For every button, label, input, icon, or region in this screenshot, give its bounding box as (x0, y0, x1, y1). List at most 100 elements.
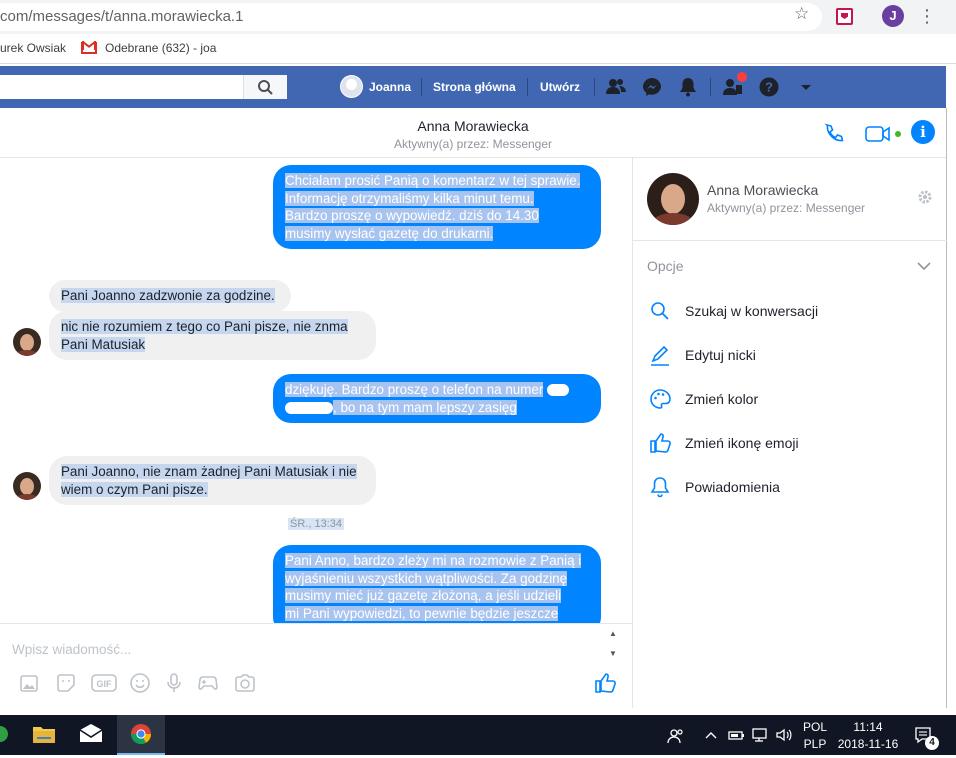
message-bubble-outgoing[interactable]: Chciałam prosić Panią o komentarz w tej … (273, 165, 601, 250)
gear-icon[interactable] (916, 188, 934, 206)
user-avatar[interactable] (340, 75, 363, 98)
profile-avatar[interactable]: J (882, 5, 904, 27)
battery-icon[interactable] (727, 727, 745, 743)
browser-menu-icon[interactable]: ⋮ (918, 4, 936, 28)
messenger-frame: Anna Morawiecka Aktywny(a) przez: Messen… (0, 108, 947, 708)
thumbs-up-send-icon[interactable] (593, 671, 617, 695)
message-line: Pani Anno, bardzo zleży mi na rozmowie z… (285, 553, 582, 568)
language-indicator[interactable]: POL (800, 720, 830, 734)
profile-link[interactable]: Joanna (369, 80, 411, 94)
gif-icon[interactable]: GIF (90, 671, 118, 695)
message-line: musimy mieć już gazetę złożoną, a jeśli … (285, 588, 562, 604)
notifications-label: Powiadomienia (685, 479, 780, 495)
divider (527, 78, 528, 96)
message-composer: Wpisz wiadomość... ▲ ▼ GIF (0, 623, 632, 708)
bell-icon (650, 477, 670, 498)
video-call-icon[interactable] (864, 122, 904, 146)
search-in-conversation-item[interactable]: Szukaj w konwersacji (649, 300, 939, 326)
message-line: wiem o czym Pani pisze. (61, 481, 208, 497)
conversation-status: Aktywny(a) przez: Messenger (393, 137, 553, 151)
message-list[interactable]: Chciałam prosić Panią o komentarz w tej … (0, 158, 632, 623)
edit-nicknames-item[interactable]: Edytuj nicki (649, 344, 939, 370)
message-line: mi Pani wypowiedzi, to pewnie będzie jes… (285, 605, 559, 621)
game-controller-icon[interactable] (196, 671, 220, 695)
message-bubble-incoming[interactable]: Pani Joanno zadzwonie za godzine. (49, 280, 291, 312)
facebook-search-input[interactable] (0, 75, 287, 99)
message-line: Pani Joanno, nie znam żadnej Pani Matusi… (61, 464, 357, 479)
message-line: nic nie rozumiem z tego co Pani pisze, n… (61, 319, 348, 334)
people-icon[interactable] (667, 727, 685, 745)
message-line: Informację otrzymaliśmy kilka minut temu… (285, 190, 534, 206)
keyboard-layout-indicator[interactable]: PLP (800, 737, 830, 751)
conversation-info-icon[interactable]: i (911, 120, 935, 144)
facebook-top-bar: Joanna Strona główna Utwórz ? (0, 66, 946, 108)
clock-date[interactable]: 2018-11-16 (836, 737, 900, 751)
extension-shield-icon[interactable] (836, 8, 853, 25)
message-line: Pani Matusiak (61, 336, 146, 352)
conversation-title[interactable]: Anna Morawiecka (0, 118, 946, 134)
chevron-down-icon[interactable] (916, 258, 932, 274)
windows-taskbar: POL PLP 11:14 2018-11-16 4 (0, 715, 956, 755)
notifications-bell-icon[interactable] (677, 76, 699, 98)
divider (633, 240, 947, 241)
address-bar-url[interactable]: com/messages/t/anna.morawiecka.1 (0, 8, 243, 25)
message-input[interactable]: Wpisz wiadomość... (12, 642, 131, 657)
contact-avatar[interactable] (13, 472, 41, 500)
contact-avatar[interactable] (13, 328, 41, 356)
change-color-label: Zmień kolor (685, 391, 759, 407)
bookmark-owsiak[interactable]: urek Owsiak (0, 41, 66, 55)
volume-icon[interactable] (775, 727, 793, 743)
message-bubble-incoming[interactable]: Pani Joanno, nie znam żadnej Pani Matusi… (49, 456, 376, 506)
contact-name[interactable]: Anna Morawiecka (707, 182, 818, 198)
composer-scrollbar[interactable]: ▲ ▼ (606, 629, 620, 659)
bookmarks-bar: urek Owsiak Odebrane (632) - joa (0, 34, 956, 64)
message-bubble-outgoing[interactable]: Pani Anno, bardzo zleży mi na rozmowie z… (273, 545, 601, 623)
bookmark-star-icon[interactable]: ☆ (794, 4, 809, 24)
search-icon (258, 80, 273, 95)
phone-call-icon[interactable] (822, 122, 846, 146)
svg-text:?: ? (765, 80, 773, 95)
notifications-item[interactable]: Powiadomienia (649, 476, 939, 502)
message-line: , bo na tym mam lepszy zasięg (333, 399, 517, 415)
photo-upload-icon[interactable] (17, 671, 41, 695)
help-question-icon[interactable]: ? (758, 76, 780, 98)
message-line: musimy wysłać gazetę do drukarni. (285, 225, 494, 241)
thumbs-up-icon (650, 433, 671, 453)
divider (421, 78, 422, 96)
contact-profile-photo[interactable] (647, 173, 699, 225)
address-bar[interactable]: com/messages/t/anna.morawiecka.1 (0, 3, 822, 31)
change-emoji-label: Zmień ikonę emoji (685, 435, 799, 451)
change-emoji-item[interactable]: Zmień ikonę emoji (649, 432, 939, 458)
friend-requests-icon[interactable] (605, 76, 627, 98)
options-heading[interactable]: Opcje (647, 258, 684, 274)
clock-time[interactable]: 11:14 (836, 720, 900, 734)
search-icon (651, 302, 669, 320)
home-link[interactable]: Strona główna (433, 80, 516, 94)
mail-icon[interactable] (69, 715, 113, 755)
gmail-icon (81, 41, 97, 54)
create-link[interactable]: Utwórz (540, 80, 580, 94)
file-explorer-icon[interactable] (22, 715, 66, 755)
notification-count-badge: 4 (925, 736, 939, 750)
palette-icon (650, 389, 671, 409)
sticker-icon[interactable] (54, 671, 78, 695)
notification-dot (737, 72, 747, 82)
divider (594, 78, 595, 96)
conversation-details-panel: Anna Morawiecka Aktywny(a) przez: Messen… (632, 158, 947, 708)
microphone-icon[interactable] (162, 671, 186, 695)
message-bubble-outgoing[interactable]: dziękuję. Bardzo proszę o telefon na num… (273, 374, 601, 424)
messenger-icon[interactable] (641, 76, 663, 98)
network-icon[interactable] (751, 727, 769, 743)
chrome-taskbar-icon[interactable] (117, 715, 165, 755)
emoji-icon[interactable] (128, 671, 152, 695)
show-hidden-icons-chevron-icon[interactable] (704, 729, 718, 741)
change-color-item[interactable]: Zmień kolor (649, 388, 939, 414)
camera-icon[interactable] (233, 671, 257, 695)
pencil-icon (651, 345, 669, 366)
account-menu-chevron-icon[interactable] (795, 76, 817, 98)
search-button[interactable] (243, 75, 287, 99)
search-in-conversation-label: Szukaj w konwersacji (685, 303, 819, 319)
message-bubble-incoming[interactable]: nic nie rozumiem z tego co Pani pisze, n… (49, 311, 376, 361)
bookmark-gmail-inbox[interactable]: Odebrane (632) - joa (105, 41, 216, 55)
taskbar-app-partial[interactable] (0, 715, 10, 755)
